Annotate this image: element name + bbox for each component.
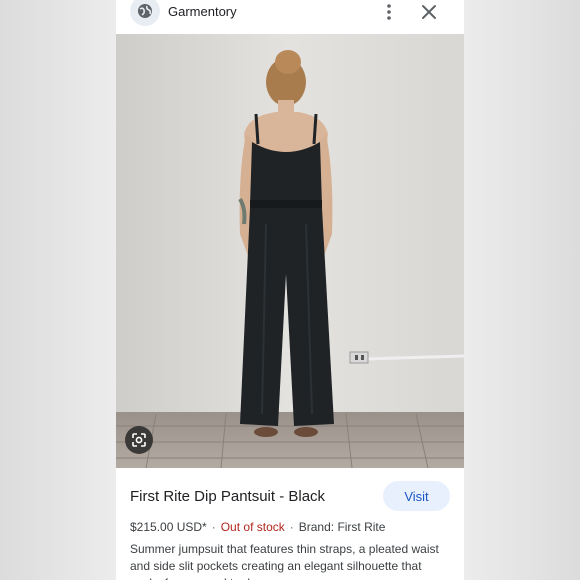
separator: · bbox=[211, 520, 216, 534]
right-backdrop bbox=[464, 0, 580, 580]
visit-button[interactable]: Visit bbox=[383, 481, 450, 511]
site-name[interactable]: Garmentory bbox=[168, 4, 237, 19]
product-description: Summer jumpsuit that features thin strap… bbox=[130, 542, 439, 580]
product-image[interactable] bbox=[116, 34, 464, 468]
google-lens-icon[interactable] bbox=[125, 426, 153, 454]
close-icon[interactable] bbox=[420, 3, 438, 21]
globe-icon[interactable] bbox=[130, 0, 160, 26]
product-title[interactable]: First Rite Dip Pantsuit - Black bbox=[130, 488, 325, 505]
stock-status: Out of stock bbox=[220, 520, 285, 534]
more-vert-icon[interactable] bbox=[382, 2, 396, 22]
product-price: $215.00 USD* bbox=[130, 520, 207, 534]
left-backdrop bbox=[0, 0, 116, 580]
result-card: Garmentory First Rite Dip Pantsuit - Bla… bbox=[116, 0, 464, 580]
separator: · bbox=[289, 520, 294, 534]
card-header: Garmentory bbox=[116, 0, 464, 33]
product-meta: $215.00 USD* · Out of stock · Brand: First R… bbox=[130, 520, 385, 534]
brand-label: Brand: First Rite bbox=[298, 520, 386, 534]
